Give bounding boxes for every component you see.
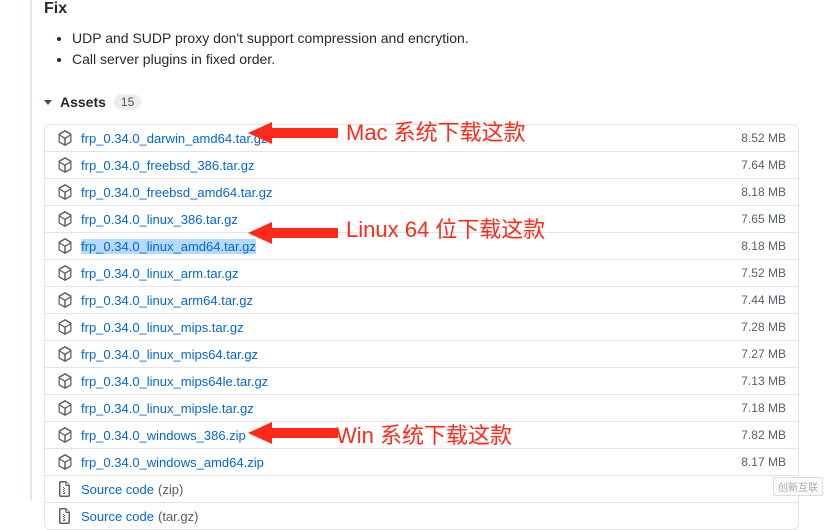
asset-link[interactable]: frp_0.34.0_freebsd_amd64.tar.gz: [81, 185, 273, 200]
asset-size: 7.65 MB: [741, 212, 786, 226]
release-content: Fix UDP and SUDP proxy don't support com…: [0, 0, 829, 530]
asset-size: 7.18 MB: [741, 401, 786, 415]
package-icon: [57, 454, 73, 470]
asset-row: Source code (tar.gz): [45, 502, 798, 529]
asset-link[interactable]: frp_0.34.0_linux_386.tar.gz: [81, 212, 238, 227]
asset-size: 7.82 MB: [741, 428, 786, 442]
package-icon: [57, 184, 73, 200]
asset-size: 8.52 MB: [741, 131, 786, 145]
asset-row: frp_0.34.0_linux_arm.tar.gz 7.52 MB: [45, 259, 798, 286]
package-icon: [57, 238, 73, 254]
asset-row: frp_0.34.0_linux_mips64le.tar.gz 7.13 MB: [45, 367, 798, 394]
fix-heading: Fix: [44, 0, 799, 18]
asset-link[interactable]: frp_0.34.0_linux_amd64.tar.gz: [81, 239, 256, 254]
assets-list: frp_0.34.0_darwin_amd64.tar.gz8.52 MBfrp…: [44, 124, 799, 530]
asset-row: frp_0.34.0_freebsd_386.tar.gz 7.64 MB: [45, 151, 798, 178]
asset-row: frp_0.34.0_freebsd_amd64.tar.gz 8.18 MB: [45, 178, 798, 205]
fix-bullet-list: UDP and SUDP proxy don't support compres…: [44, 28, 799, 70]
package-icon: [57, 157, 73, 173]
caret-down-icon: [44, 100, 52, 105]
asset-link[interactable]: frp_0.34.0_linux_mips.tar.gz: [81, 320, 244, 335]
asset-ext: (tar.gz): [158, 509, 198, 524]
package-icon: [57, 373, 73, 389]
asset-size: 7.52 MB: [741, 266, 786, 280]
asset-link[interactable]: frp_0.34.0_darwin_amd64.tar.gz: [81, 131, 267, 146]
asset-size: 7.28 MB: [741, 320, 786, 334]
package-icon: [57, 319, 73, 335]
package-icon: [57, 130, 73, 146]
asset-row: Source code (zip): [45, 475, 798, 502]
package-icon: [57, 346, 73, 362]
package-icon: [57, 265, 73, 281]
asset-size: 7.64 MB: [741, 158, 786, 172]
list-item: UDP and SUDP proxy don't support compres…: [72, 28, 799, 49]
asset-link[interactable]: frp_0.34.0_linux_mips64.tar.gz: [81, 347, 258, 362]
asset-size: 7.44 MB: [741, 293, 786, 307]
asset-size: 8.17 MB: [741, 455, 786, 469]
asset-row: frp_0.34.0_linux_386.tar.gz 7.65 MB: [45, 205, 798, 232]
list-item: Call server plugins in fixed order.: [72, 49, 799, 70]
asset-link[interactable]: frp_0.34.0_linux_mipsle.tar.gz: [81, 401, 254, 416]
package-icon: [57, 427, 73, 443]
asset-row: frp_0.34.0_windows_386.zip 7.82 MB: [45, 421, 798, 448]
asset-link[interactable]: frp_0.34.0_windows_386.zip: [81, 428, 246, 443]
asset-link[interactable]: frp_0.34.0_freebsd_386.tar.gz: [81, 158, 254, 173]
asset-size: 7.13 MB: [741, 374, 786, 388]
assets-label: Assets: [60, 94, 106, 110]
asset-link[interactable]: frp_0.34.0_linux_arm64.tar.gz: [81, 293, 253, 308]
asset-row: frp_0.34.0_windows_amd64.zip 8.17 MB: [45, 448, 798, 475]
package-icon: [57, 400, 73, 416]
assets-toggle[interactable]: Assets 15: [44, 94, 799, 114]
package-icon: [57, 211, 73, 227]
asset-size: 8.18 MB: [741, 185, 786, 199]
asset-link[interactable]: Source code: [81, 509, 154, 524]
timeline-border: [30, 0, 32, 500]
asset-row: frp_0.34.0_linux_amd64.tar.gz 8.18 MB: [45, 232, 798, 259]
asset-row: frp_0.34.0_darwin_amd64.tar.gz 8.52 MB: [45, 125, 798, 151]
asset-row: frp_0.34.0_linux_mips64.tar.gz 7.27 MB: [45, 340, 798, 367]
asset-row: frp_0.34.0_linux_mipsle.tar.gz 7.18 MB: [45, 394, 798, 421]
package-icon: [57, 292, 73, 308]
asset-link[interactable]: frp_0.34.0_linux_mips64le.tar.gz: [81, 374, 268, 389]
watermark: 创新互联: [773, 477, 823, 496]
asset-ext: (zip): [158, 482, 183, 497]
asset-link[interactable]: frp_0.34.0_windows_amd64.zip: [81, 455, 264, 470]
asset-size: 8.18 MB: [741, 239, 786, 253]
assets-count-badge: 15: [114, 94, 141, 110]
asset-link[interactable]: frp_0.34.0_linux_arm.tar.gz: [81, 266, 239, 281]
file-zip-icon: [57, 508, 73, 524]
file-zip-icon: [57, 481, 73, 497]
asset-link[interactable]: Source code: [81, 482, 154, 497]
asset-row: frp_0.34.0_linux_arm64.tar.gz 7.44 MB: [45, 286, 798, 313]
asset-size: 7.27 MB: [741, 347, 786, 361]
asset-row: frp_0.34.0_linux_mips.tar.gz 7.28 MB: [45, 313, 798, 340]
